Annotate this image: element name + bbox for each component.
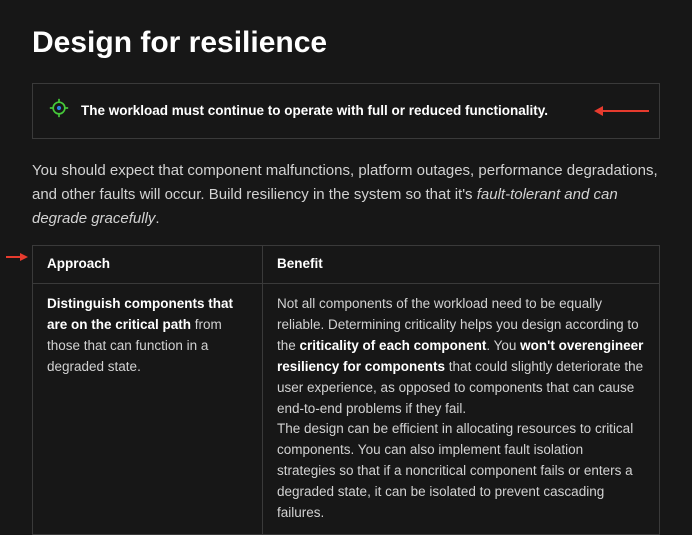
col-header-approach: Approach — [33, 246, 263, 284]
intro-text-end: . — [155, 210, 159, 227]
approach-benefit-table: Approach Benefit Distinguish components … — [32, 245, 660, 535]
b-p1c: . You — [486, 338, 520, 353]
cell-benefit: Not all components of the workload need … — [263, 283, 660, 534]
target-icon — [49, 98, 69, 124]
page-title: Design for resilience — [32, 20, 660, 65]
table-row: Distinguish components that are on the c… — [33, 283, 660, 534]
cell-approach: Distinguish components that are on the c… — [33, 283, 263, 534]
annotation-arrow-left — [6, 253, 28, 261]
callout-text: The workload must continue to operate wi… — [81, 101, 548, 121]
b-p1b: criticality of each component — [300, 338, 487, 353]
col-header-benefit: Benefit — [263, 246, 660, 284]
b-p2: The design can be efficient in allocatin… — [277, 421, 633, 520]
callout-box: The workload must continue to operate wi… — [32, 83, 660, 139]
annotation-arrow-right — [594, 106, 649, 116]
table-header-row: Approach Benefit — [33, 246, 660, 284]
intro-paragraph: You should expect that component malfunc… — [32, 159, 660, 231]
